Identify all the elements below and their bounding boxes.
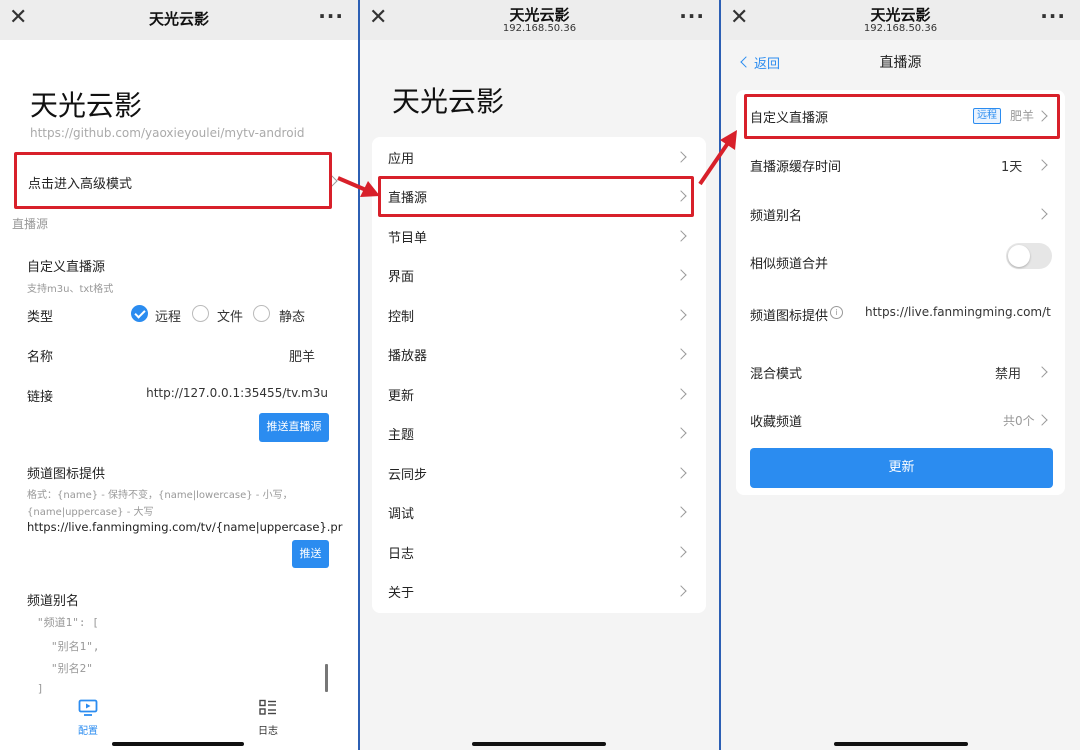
arrow-to-custom-source [698, 130, 737, 186]
arrow-to-live-source [337, 176, 380, 197]
annotation-arrows [337, 130, 737, 197]
